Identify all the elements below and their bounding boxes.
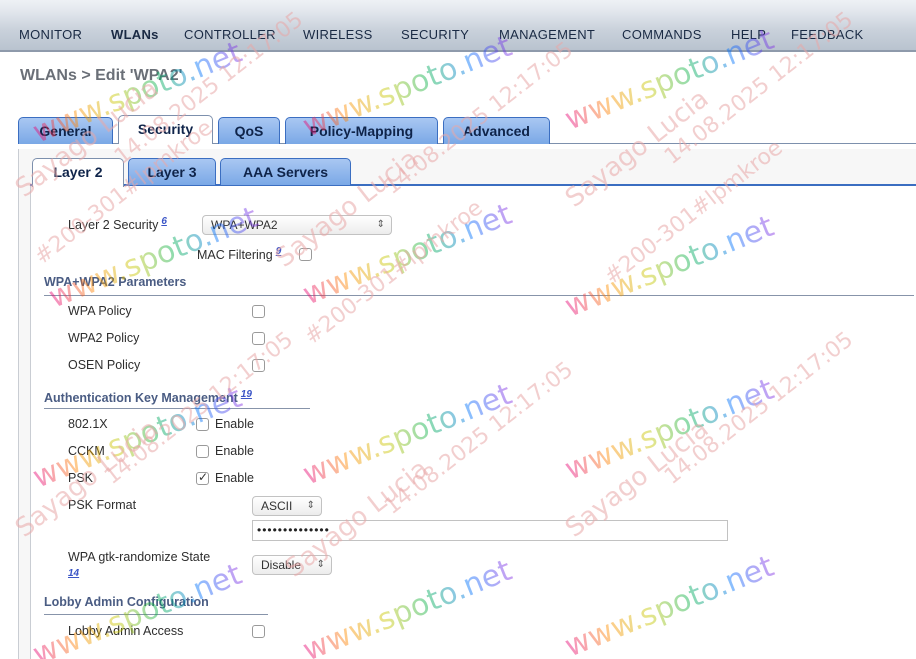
- akm-psk-label: PSK: [68, 471, 94, 485]
- nav-wireless[interactable]: WIRELESS: [303, 27, 373, 42]
- layer2-security-text: Layer 2 Security: [68, 218, 159, 233]
- akm-cckm-checkbox[interactable]: [196, 445, 209, 458]
- lobby-admin-access-checkbox[interactable]: [252, 625, 265, 638]
- mac-filtering-label: MAC Filtering 9: [197, 246, 281, 262]
- nav-security[interactable]: SECURITY: [401, 27, 469, 42]
- akm-section-title: Authentication Key Management 19: [44, 389, 252, 405]
- psk-passphrase-input[interactable]: ••••••••••••••: [252, 520, 728, 541]
- akm-8021x-checkbox[interactable]: [196, 418, 209, 431]
- akm-section-divider: [44, 408, 310, 409]
- akm-psk-enable-label: Enable: [215, 471, 254, 485]
- tab-layer-3[interactable]: Layer 3: [128, 158, 216, 185]
- wpa-section-divider: [44, 295, 914, 296]
- gtk-randomize-footnote[interactable]: 14: [68, 568, 79, 579]
- mac-filtering-text: MAC Filtering: [197, 248, 273, 263]
- akm-footnote[interactable]: 19: [241, 389, 252, 400]
- layer2-security-select[interactable]: WPA+WPA2 ⇕: [202, 215, 392, 235]
- top-nav-bar: MONITOR WLANs CONTROLLER WIRELESS SECURI…: [0, 0, 916, 52]
- tab-advanced[interactable]: Advanced: [443, 117, 550, 144]
- tab-general[interactable]: General: [18, 117, 113, 144]
- nav-commands[interactable]: COMMANDS: [622, 27, 702, 42]
- wpa-section-title: WPA+WPA2 Parameters: [44, 275, 187, 289]
- wpa2-policy-checkbox[interactable]: [252, 332, 265, 345]
- osen-policy-checkbox[interactable]: [252, 359, 265, 372]
- gtk-randomize-value: Disable: [261, 558, 302, 572]
- nav-wlans[interactable]: WLANs: [111, 27, 159, 42]
- akm-cckm-enable-label: Enable: [215, 444, 254, 458]
- page-title: WLANs > Edit 'WPA2': [20, 67, 183, 84]
- mac-filtering-footnote[interactable]: 9: [276, 246, 282, 257]
- tab-policy-mapping[interactable]: Policy-Mapping: [285, 117, 438, 144]
- tab-panel-layer2: [30, 186, 916, 659]
- akm-8021x-label: 802.1X: [68, 417, 108, 431]
- select-arrow-icon: ⇕: [376, 219, 385, 230]
- wpa-policy-label: WPA Policy: [68, 304, 132, 318]
- lobby-admin-access-label: Lobby Admin Access: [68, 624, 184, 638]
- akm-section-text: Authentication Key Management: [44, 391, 238, 406]
- lobby-section-divider: [44, 614, 268, 615]
- nav-feedback[interactable]: FEEDBACK: [791, 27, 863, 42]
- gtk-randomize-select[interactable]: Disable ⇕: [252, 555, 332, 575]
- tab-qos[interactable]: QoS: [218, 117, 280, 144]
- psk-format-value: ASCII: [261, 499, 293, 513]
- lobby-section-title: Lobby Admin Configuration: [44, 595, 209, 609]
- tab-aaa-servers[interactable]: AAA Servers: [220, 158, 351, 185]
- psk-format-select[interactable]: ASCII ⇕: [252, 496, 322, 516]
- layer2-security-label: Layer 2 Security 6: [68, 216, 167, 232]
- gtk-randomize-label: WPA gtk-randomize State 14: [68, 550, 210, 581]
- nav-monitor[interactable]: MONITOR: [19, 27, 82, 42]
- psk-format-label: PSK Format: [68, 498, 137, 512]
- akm-8021x-enable-label: Enable: [215, 417, 254, 431]
- wpa-policy-checkbox[interactable]: [252, 305, 265, 318]
- gtk-randomize-text: WPA gtk-randomize State: [68, 550, 211, 564]
- akm-cckm-label: CCKM: [68, 444, 105, 458]
- nav-help[interactable]: HELP: [731, 27, 766, 42]
- nav-management[interactable]: MANAGEMENT: [499, 27, 595, 42]
- tab-layer-2[interactable]: Layer 2: [32, 158, 124, 187]
- wpa2-policy-label: WPA2 Policy: [68, 331, 140, 345]
- layer2-security-footnote[interactable]: 6: [161, 216, 167, 227]
- select-arrow-icon: ⇕: [316, 559, 325, 570]
- akm-psk-checkbox[interactable]: [196, 470, 209, 485]
- osen-policy-label: OSEN Policy: [68, 358, 141, 372]
- layer2-security-value: WPA+WPA2: [211, 218, 278, 232]
- select-arrow-icon: ⇕: [306, 500, 315, 511]
- tab-security[interactable]: Security: [118, 115, 213, 144]
- mac-filtering-checkbox[interactable]: [299, 248, 312, 261]
- nav-controller[interactable]: CONTROLLER: [184, 27, 276, 42]
